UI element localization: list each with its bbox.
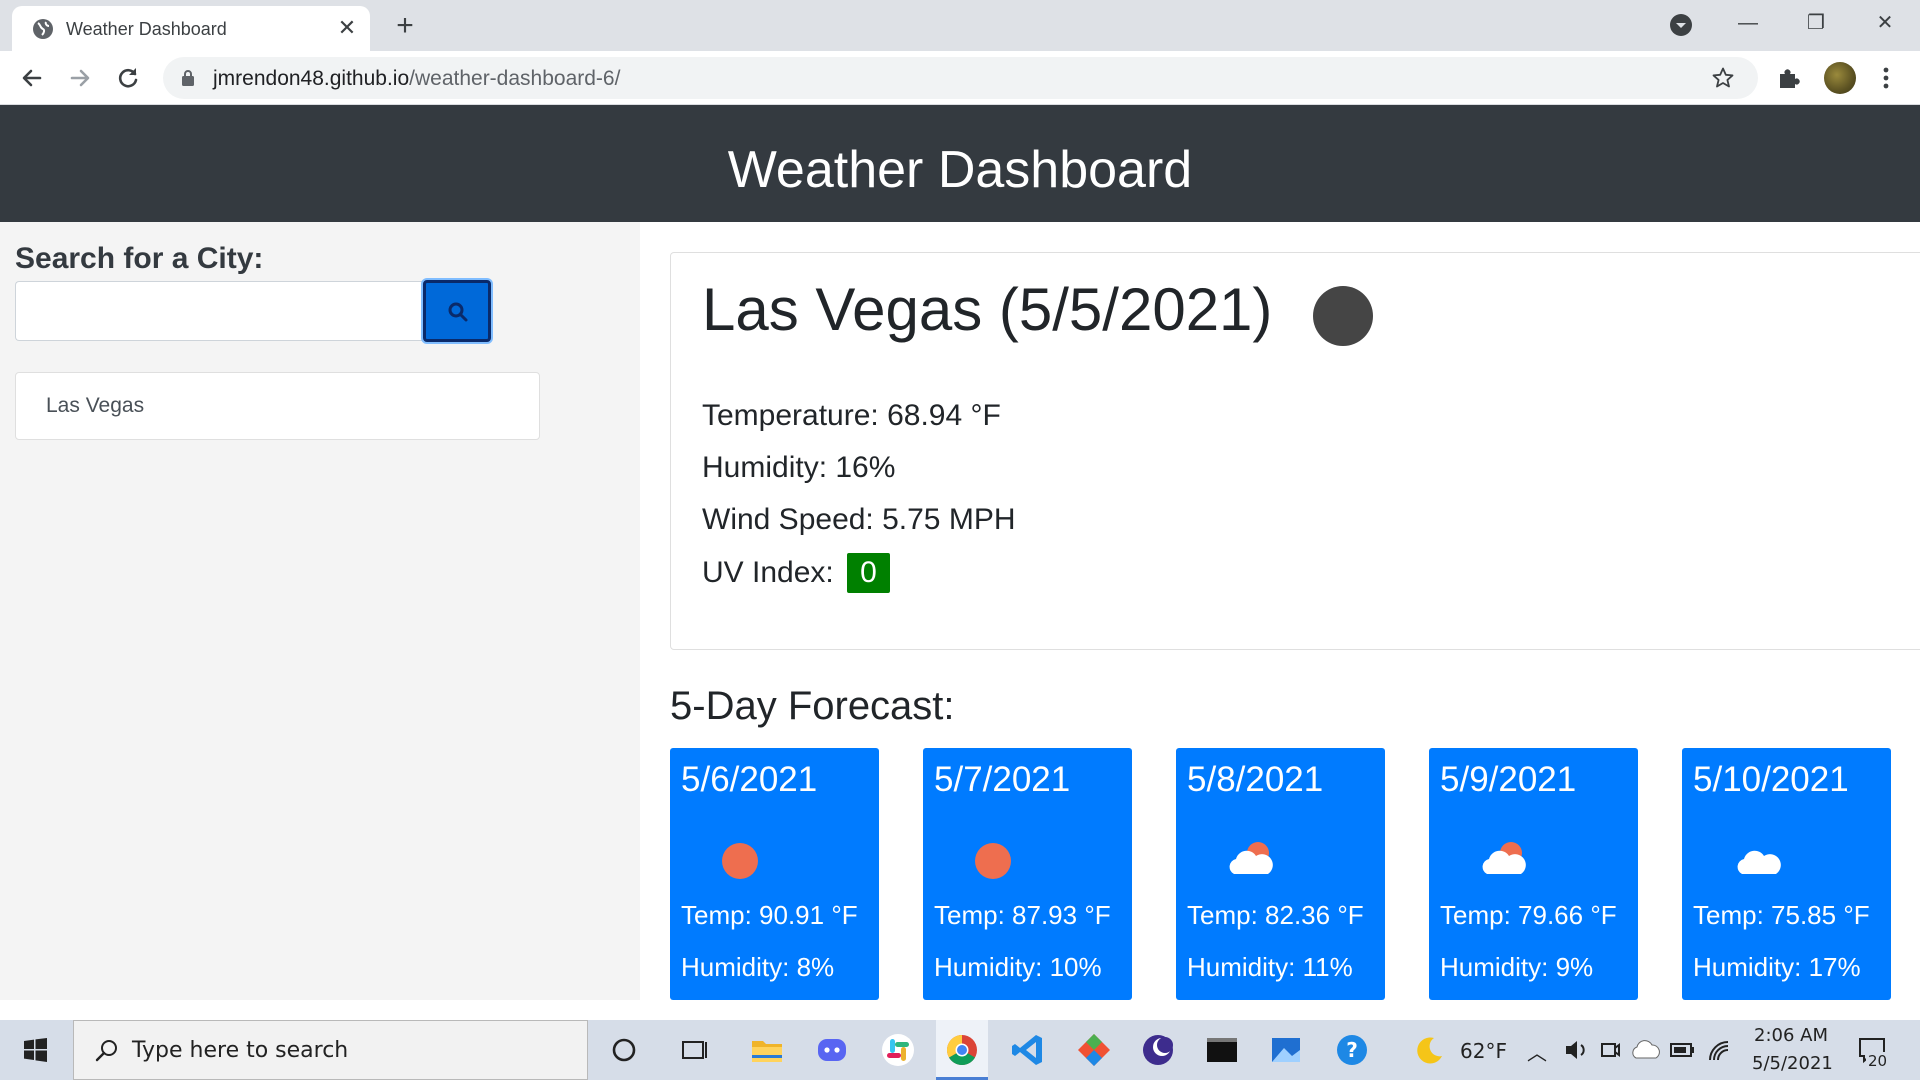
clock-time[interactable]: 2:06 AM xyxy=(1754,1025,1828,1046)
taskbar-search-placeholder: Type here to search xyxy=(132,1038,349,1063)
eclipse-icon[interactable] xyxy=(1138,1030,1178,1070)
forecast-humidity: Humidity: 17% xyxy=(1693,952,1861,982)
night-clear-icon xyxy=(1313,286,1373,346)
weather-temperature[interactable]: 62°F xyxy=(1460,1039,1507,1063)
search-label: Search for a City: xyxy=(15,242,264,275)
vscode-icon[interactable] xyxy=(1008,1030,1048,1070)
current-humidity: Humidity: 16% xyxy=(702,451,896,484)
window-close-icon[interactable]: ✕ xyxy=(1862,8,1908,38)
bookmark-star-icon[interactable] xyxy=(1711,66,1735,90)
task-view-icon[interactable] xyxy=(674,1030,714,1070)
uv-badge: 0 xyxy=(847,553,890,593)
chrome-icon[interactable] xyxy=(942,1030,982,1070)
search-icon xyxy=(95,1040,117,1062)
cloud-icon xyxy=(1737,850,1781,874)
forecast-card: 5/8/2021 Temp: 82.36 °F Humidity: 11% xyxy=(1176,748,1385,1000)
tab-search-icon[interactable] xyxy=(1668,12,1694,38)
clock-date[interactable]: 5/5/2021 xyxy=(1752,1053,1833,1074)
browser-toolbar: jmrendon48.github.io/weather-dashboard-6… xyxy=(0,51,1920,105)
current-city-title: Las Vegas (5/5/2021) xyxy=(702,276,1273,343)
search-button[interactable] xyxy=(423,280,491,342)
search-icon xyxy=(448,302,468,322)
forecast-date: 5/6/2021 xyxy=(681,760,818,799)
forecast-date: 5/10/2021 xyxy=(1693,760,1849,799)
current-temperature: Temperature: 68.94 °F xyxy=(702,399,1001,432)
reload-icon[interactable] xyxy=(112,62,144,94)
forecast-date: 5/8/2021 xyxy=(1187,760,1324,799)
forecast-humidity: Humidity: 11% xyxy=(1187,952,1353,982)
url-path: /weather-dashboard-6/ xyxy=(409,67,621,90)
sun-icon xyxy=(975,843,1011,879)
more-vert-icon[interactable] xyxy=(1874,65,1898,91)
forecast-humidity: Humidity: 8% xyxy=(681,952,835,982)
git-icon[interactable] xyxy=(1074,1030,1114,1070)
search-sidebar: Search for a City: Las Vegas xyxy=(0,222,640,1000)
page-title: Weather Dashboard xyxy=(0,105,1920,222)
new-tab-button[interactable]: + xyxy=(388,10,422,44)
forecast-title: 5-Day Forecast: xyxy=(670,684,955,728)
current-weather-card: Las Vegas (5/5/2021) Temperature: 68.94 … xyxy=(670,252,1920,650)
svg-text:?: ? xyxy=(1346,1038,1358,1062)
forecast-temp: Temp: 79.66 °F xyxy=(1440,900,1617,930)
forecast-card: 5/9/2021 Temp: 79.66 °F Humidity: 9% xyxy=(1429,748,1638,1000)
url-host: jmrendon48.github.io xyxy=(213,67,410,90)
globe-icon xyxy=(33,19,53,39)
photos-icon[interactable] xyxy=(1266,1030,1306,1070)
avatar[interactable] xyxy=(1824,62,1856,94)
history-item[interactable]: Las Vegas xyxy=(16,373,539,439)
wifi-icon[interactable] xyxy=(1700,1030,1740,1070)
slack-icon[interactable] xyxy=(878,1030,918,1070)
forecast-temp: Temp: 75.85 °F xyxy=(1693,900,1870,930)
help-icon[interactable]: ? xyxy=(1332,1030,1372,1070)
tab-title: Weather Dashboard xyxy=(66,19,227,39)
browser-tab[interactable]: Weather Dashboard ✕ xyxy=(12,6,370,51)
forecast-temp: Temp: 90.91 °F xyxy=(681,900,858,930)
city-search-input[interactable] xyxy=(15,281,425,341)
forecast-temp: Temp: 82.36 °F xyxy=(1187,900,1364,930)
url-text[interactable]: jmrendon48.github.io/weather-dashboard-6… xyxy=(213,67,620,91)
forecast-date: 5/9/2021 xyxy=(1440,760,1577,799)
minimize-icon[interactable]: — xyxy=(1725,8,1771,38)
forecast-date: 5/7/2021 xyxy=(934,760,1071,799)
sun-icon xyxy=(722,843,758,879)
current-uv-index: UV Index: 0 xyxy=(702,553,890,593)
file-explorer-icon[interactable] xyxy=(747,1030,787,1070)
weather-main: Las Vegas (5/5/2021) Temperature: 68.94 … xyxy=(640,222,1920,1000)
battery-icon[interactable] xyxy=(1662,1030,1702,1070)
forecast-humidity: Humidity: 10% xyxy=(934,952,1102,982)
current-wind-speed: Wind Speed: 5.75 MPH xyxy=(702,503,1016,536)
onedrive-cloud-icon[interactable] xyxy=(1626,1030,1666,1070)
address-bar[interactable]: jmrendon48.github.io/weather-dashboard-6… xyxy=(163,57,1758,99)
weather-moon-icon[interactable] xyxy=(1410,1030,1450,1070)
forward-arrow-icon[interactable] xyxy=(64,62,96,94)
restore-icon[interactable]: ❐ xyxy=(1793,8,1839,38)
partly-cloudy-icon xyxy=(1482,842,1526,874)
chevron-up-icon[interactable]: ︿ xyxy=(1527,1037,1547,1066)
discord-icon[interactable] xyxy=(812,1030,852,1070)
extensions-puzzle-icon[interactable] xyxy=(1776,65,1802,91)
terminal-icon[interactable] xyxy=(1202,1030,1242,1070)
browser-tabstrip: Weather Dashboard ✕ + — ❐ ✕ xyxy=(0,0,1920,51)
notification-badge: 20 xyxy=(1866,1052,1890,1070)
windows-taskbar: Type here to search ? 62°F ︿ 2:06 AM 5/5… xyxy=(0,1020,1920,1080)
search-history-list: Las Vegas xyxy=(15,372,540,440)
close-icon[interactable]: ✕ xyxy=(334,15,360,41)
uv-label: UV Index: xyxy=(702,556,834,589)
taskbar-search-box[interactable]: Type here to search xyxy=(73,1020,588,1080)
meet-now-icon[interactable] xyxy=(1590,1030,1630,1070)
forecast-card: 5/7/2021 Temp: 87.93 °F Humidity: 10% xyxy=(923,748,1132,1000)
cortana-icon[interactable] xyxy=(604,1030,644,1070)
forecast-temp: Temp: 87.93 °F xyxy=(934,900,1111,930)
forecast-card: 5/10/2021 Temp: 75.85 °F Humidity: 17% xyxy=(1682,748,1891,1000)
windows-start-icon[interactable] xyxy=(0,1020,70,1080)
forecast-card: 5/6/2021 Temp: 90.91 °F Humidity: 8% xyxy=(670,748,879,1000)
back-arrow-icon[interactable] xyxy=(16,62,48,94)
partly-cloudy-icon xyxy=(1229,842,1273,874)
forecast-humidity: Humidity: 9% xyxy=(1440,952,1594,982)
lock-icon[interactable] xyxy=(181,69,195,87)
